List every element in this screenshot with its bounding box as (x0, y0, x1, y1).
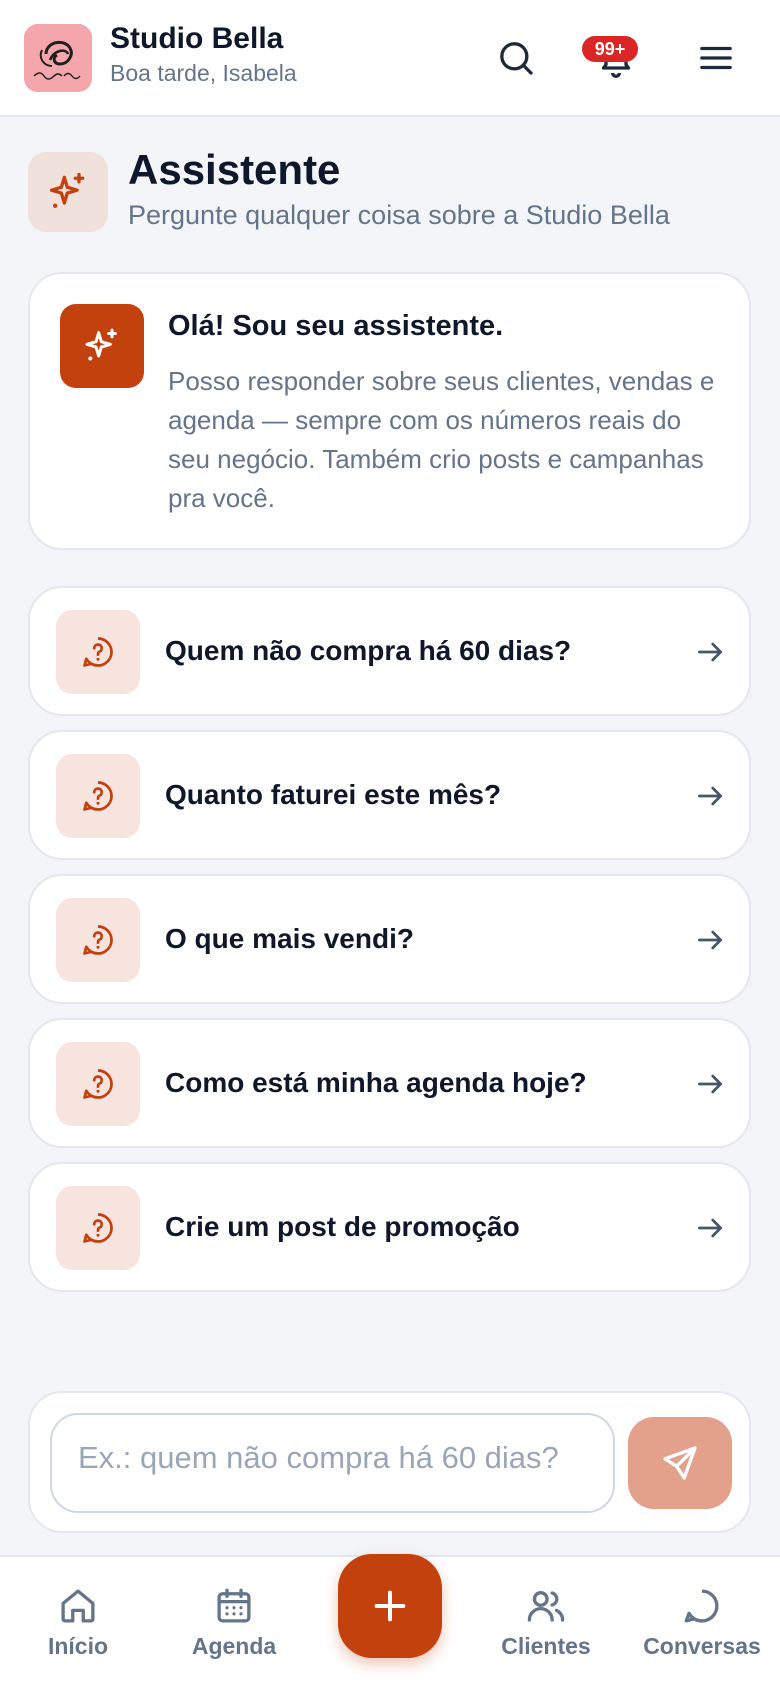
home-icon (61, 1589, 95, 1623)
arrow-right-icon (698, 930, 722, 950)
notification-badge: 99+ (582, 36, 638, 62)
message-composer (28, 1391, 751, 1533)
chat-icon (684, 1589, 719, 1623)
message-input-wrapper (50, 1413, 615, 1513)
suggestion-icon-tile (56, 610, 140, 694)
search-icon (500, 42, 533, 75)
add-button[interactable] (338, 1554, 442, 1658)
message-input[interactable] (52, 1415, 613, 1511)
greeting-text: Boa tarde, Isabela (110, 60, 297, 86)
question-bubble-icon (83, 1213, 113, 1243)
assistant-icon-tile (28, 152, 108, 232)
suggestion-label: Crie um post de promoção (165, 1211, 520, 1242)
sparkles-icon (85, 328, 117, 361)
arrow-right-icon (698, 786, 722, 806)
page-subtitle: Pergunte qualquer coisa sobre a Studio B… (128, 200, 670, 230)
suggestion-label: Quanto faturei este mês? (165, 779, 502, 810)
arrow-right-icon (698, 1218, 722, 1238)
suggestion-icon-tile (56, 1186, 140, 1270)
suggestion-label: O que mais vendi? (165, 923, 414, 954)
intro-title: Olá! Sou seu assistente. (168, 310, 504, 342)
nav-item-conversas[interactable]: Conversas (632, 1585, 772, 1660)
nav-item-agenda[interactable]: Agenda (164, 1585, 304, 1660)
nav-label: Agenda (191, 1633, 277, 1659)
nav-item-inicio[interactable]: Início (8, 1585, 148, 1660)
suggestion-item[interactable]: O que mais vendi? (28, 874, 751, 1004)
page-title: Assistente (128, 146, 341, 193)
assistant-intro-card: Olá! Sou seu assistente. Posso responder… (28, 272, 751, 550)
search-button[interactable] (488, 30, 544, 86)
question-bubble-icon (83, 781, 113, 811)
hamburger-icon (700, 46, 732, 70)
suggestion-item[interactable]: Crie um post de promoção (28, 1162, 751, 1292)
plus-icon (374, 1590, 406, 1622)
brand-logo[interactable] (24, 24, 92, 92)
suggestion-item[interactable]: Quanto faturei este mês? (28, 730, 751, 860)
suggestion-item[interactable]: Como está minha agenda hoje? (28, 1018, 751, 1148)
question-bubble-icon (83, 925, 113, 955)
assistant-avatar (60, 304, 144, 388)
arrow-right-icon (698, 642, 722, 662)
app-header: Studio Bella Boa tarde, Isabela 99+ (0, 0, 780, 117)
arrow-right-icon (698, 1074, 722, 1094)
suggestion-icon-tile (56, 754, 140, 838)
suggestion-icon-tile (56, 898, 140, 982)
menu-button[interactable] (688, 30, 744, 86)
brand-title: Studio Bella (110, 22, 284, 55)
question-bubble-icon (83, 1069, 113, 1099)
logo-graphic (24, 24, 92, 92)
nav-label: Início (47, 1633, 109, 1659)
send-button[interactable] (628, 1417, 732, 1509)
calendar-icon (217, 1588, 251, 1623)
question-bubble-icon (83, 637, 113, 667)
send-icon (663, 1446, 697, 1480)
sparkles-icon (49, 172, 85, 208)
users-icon (527, 1591, 565, 1622)
suggestion-icon-tile (56, 1042, 140, 1126)
suggestion-label: Como está minha agenda hoje? (165, 1067, 587, 1098)
intro-text: Posso responder sobre seus clientes, ven… (168, 366, 715, 513)
suggestion-item[interactable]: Quem não compra há 60 dias? (28, 586, 751, 716)
nav-item-clientes[interactable]: Clientes (476, 1585, 616, 1660)
nav-label: Conversas (643, 1633, 761, 1659)
nav-label: Clientes (501, 1633, 591, 1659)
suggestion-label: Quem não compra há 60 dias? (165, 635, 572, 666)
